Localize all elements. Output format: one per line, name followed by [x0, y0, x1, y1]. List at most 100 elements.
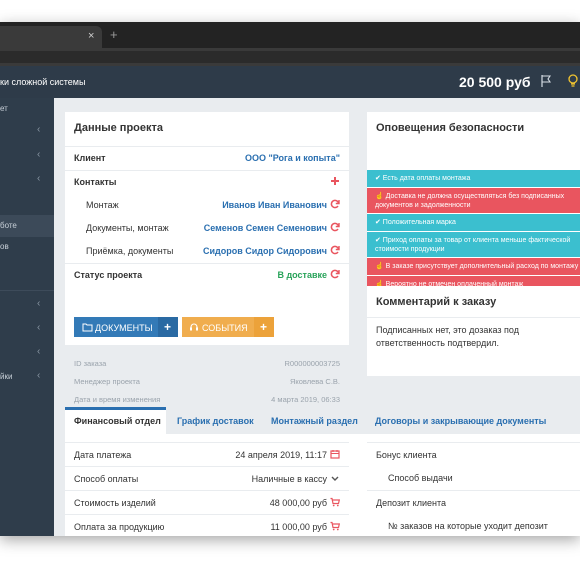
finance-value: 11 000,00 руб — [270, 522, 327, 532]
meta-row: Дата и время изменения 4 марта 2019, 06:… — [65, 391, 349, 408]
dropdown-icon[interactable] — [330, 473, 340, 483]
security-alert: ✔ Положительная марка — [367, 214, 580, 231]
cart-icon[interactable] — [330, 521, 340, 531]
status-value[interactable]: В доставке — [277, 270, 327, 280]
browser-tab[interactable]: × — [0, 26, 102, 48]
contact-role: Документы, монтаж — [86, 223, 169, 233]
sidebar-item-6[interactable]: ов — [0, 236, 54, 258]
sidebar-item-5[interactable]: боте — [0, 215, 54, 237]
contact-row: Приёмка, документы Сидоров Сидор Сидоров… — [65, 240, 349, 263]
new-tab-icon[interactable]: + — [110, 28, 118, 41]
refresh-icon[interactable] — [330, 269, 340, 279]
contact-name-link[interactable]: Сидоров Сидор Сидорович — [203, 246, 327, 256]
chevron-left-icon: ‹ — [37, 124, 41, 135]
finance-value: 48 000,00 руб — [269, 498, 327, 508]
add-contact-icon[interactable] — [330, 176, 340, 186]
tab-delivery-schedule[interactable]: График доставок — [177, 407, 262, 434]
security-alert: ✔ Приход оплаты за товар от клиента мень… — [367, 232, 580, 257]
chevron-left-icon: ‹ — [37, 173, 41, 184]
finance-row: Способ выдачи — [367, 466, 580, 489]
comment-text: Подписанных нет, это дозаказ под ответст… — [376, 325, 519, 348]
flag-icon[interactable] — [540, 74, 552, 88]
address-field[interactable] — [0, 51, 580, 63]
sidebar-divider — [0, 290, 54, 291]
app-header: ки сложной системы 20 500 руб — [0, 66, 580, 98]
plus-icon: + — [164, 320, 172, 334]
meta-label: Менеджер проекта — [74, 377, 140, 386]
balance-amount: 20 500 руб — [459, 74, 531, 90]
finance-panel: Дата платежа 24 апреля 2019, 11:17 Спосо… — [65, 434, 580, 536]
meta-row: ID заказа R000000003725 — [65, 355, 349, 372]
app-title: ки сложной системы — [0, 77, 86, 87]
client-link[interactable]: ООО "Рога и копыта" — [245, 153, 340, 163]
events-add-button[interactable]: + — [254, 317, 274, 337]
alert-text: ✔ Есть дата оплаты монтажа — [375, 175, 471, 182]
status-label: Статус проекта — [74, 270, 143, 280]
chevron-left-icon: ‹ — [37, 298, 41, 309]
comment-card: Комментарий к заказу Подписанных нет, эт… — [367, 286, 580, 376]
alert-text: ☝ Доставка не должна осуществляться без … — [375, 193, 565, 209]
meta-value: Яковлева С.В. — [289, 377, 340, 386]
sidebar-item-9[interactable]: ‹ — [0, 342, 54, 364]
security-alert: ✔ Есть дата оплаты монтажа — [367, 170, 580, 187]
finance-label: Способ оплаты — [74, 474, 139, 484]
sidebar-item-4[interactable]: ‹ — [0, 169, 54, 191]
sidebar-item-label: йки — [0, 372, 13, 381]
sidebar-item-label: ет — [0, 104, 8, 113]
documents-button[interactable]: ДОКУМЕНТЫ + — [74, 317, 178, 337]
tab-label: Монтажный раздел — [271, 416, 358, 426]
finance-row: Депозит клиента — [367, 490, 580, 513]
finance-row: Дата платежа 24 апреля 2019, 11:17 — [65, 442, 349, 465]
cart-icon[interactable] — [330, 497, 340, 507]
sidebar-item-2[interactable]: ‹ — [0, 120, 54, 142]
sidebar-item-1[interactable]: ет — [0, 98, 54, 120]
refresh-icon[interactable] — [330, 199, 340, 209]
tab-contracts[interactable]: Договоры и закрывающие документы — [375, 407, 555, 434]
tab-close-icon[interactable]: × — [88, 31, 94, 42]
divider — [367, 317, 580, 318]
address-bar — [0, 48, 580, 66]
finance-label: Способ выдачи — [388, 473, 453, 483]
refresh-icon[interactable] — [330, 222, 340, 232]
tab-label: Финансовый отдел — [74, 416, 161, 426]
sidebar-item-10[interactable]: йки ‹ — [0, 366, 54, 388]
tab-installation[interactable]: Монтажный раздел — [271, 407, 366, 434]
finance-row: Стоимость изделий 48 000,00 руб — [65, 490, 349, 513]
documents-add-button[interactable]: + — [158, 317, 178, 337]
contact-role: Приёмка, документы — [86, 246, 174, 256]
events-button[interactable]: СОБЫТИЯ + — [182, 317, 274, 337]
chevron-left-icon: ‹ — [37, 322, 41, 333]
meta-value: R000000003725 — [284, 359, 340, 368]
alert-text: ✔ Приход оплаты за товар от клиента мень… — [375, 237, 571, 253]
contact-row: Документы, монтаж Семенов Семен Семенови… — [65, 217, 349, 240]
chevron-left-icon: ‹ — [37, 370, 41, 381]
lightbulb-icon[interactable] — [567, 74, 579, 88]
finance-value[interactable]: Наличные в кассу — [252, 474, 327, 484]
browser-tab-bar: × + — [0, 22, 580, 48]
sidebar-item-7[interactable]: ‹ — [0, 294, 54, 316]
contact-name-link[interactable]: Иванов Иван Иванович — [222, 200, 327, 210]
finance-label: Стоимость изделий — [74, 498, 156, 508]
calendar-icon[interactable] — [330, 449, 340, 459]
alert-text: ✔ Положительная марка — [375, 219, 456, 226]
documents-button-main[interactable]: ДОКУМЕНТЫ — [74, 317, 158, 337]
sidebar-item-3[interactable]: ‹ — [0, 145, 54, 167]
security-alert: ☝ В заказе присутствует дополнительный р… — [367, 258, 580, 275]
events-button-main[interactable]: СОБЫТИЯ — [182, 317, 254, 337]
finance-row: Бонус клиента — [367, 442, 580, 465]
security-card-title: Оповещения безопасности — [376, 122, 525, 134]
comment-card-title: Комментарий к заказу — [376, 296, 497, 308]
contacts-label: Контакты — [74, 177, 117, 187]
contact-name-link[interactable]: Семенов Семен Семенович — [204, 223, 327, 233]
finance-label: Бонус клиента — [376, 450, 437, 460]
meta-label: Дата и время изменения — [74, 395, 161, 404]
chevron-left-icon: ‹ — [37, 346, 41, 357]
project-card: Данные проекта Клиент ООО "Рога и копыта… — [65, 112, 349, 345]
finance-value[interactable]: 24 апреля 2019, 11:17 — [235, 450, 327, 460]
sidebar-item-8[interactable]: ‹ — [0, 318, 54, 340]
tab-finance[interactable]: Финансовый отдел — [65, 407, 166, 434]
refresh-icon[interactable] — [330, 245, 340, 255]
finance-label: Оплата за продукцию — [74, 522, 165, 532]
section-tabs: Финансовый отдел График доставок Монтажн… — [65, 407, 580, 434]
finance-label: Депозит клиента — [376, 498, 446, 508]
